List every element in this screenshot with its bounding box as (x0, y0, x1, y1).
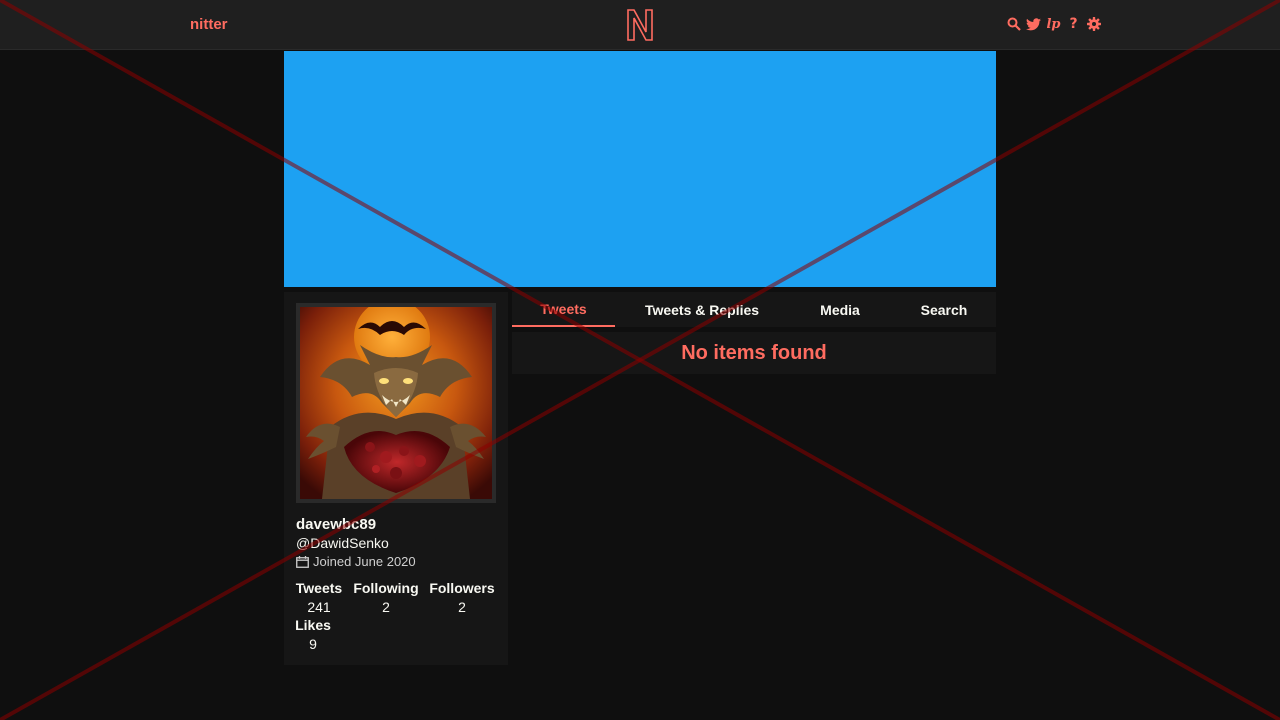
tab-tweets-replies[interactable]: Tweets & Replies (622, 292, 782, 327)
stat-following-label: Following (353, 580, 419, 596)
joined-text: Joined June 2020 (313, 554, 416, 569)
timeline-tabs: Tweets Tweets & Replies Media Search (512, 292, 996, 327)
stat-following-value: 2 (382, 599, 390, 615)
stat-likes-label: Likes (295, 617, 331, 633)
gear-icon[interactable] (1086, 16, 1101, 32)
twitter-bird-icon[interactable] (1026, 16, 1041, 32)
stat-tweets-value: 241 (307, 599, 331, 615)
stat-following[interactable]: Following 2 (352, 580, 420, 615)
avatar[interactable] (300, 307, 492, 499)
stat-tweets-label: Tweets (295, 580, 343, 596)
tab-tweets[interactable]: Tweets (512, 292, 615, 327)
rss-icon[interactable]: lp (1046, 16, 1061, 32)
profile-username[interactable]: @DawidSenko (296, 535, 389, 551)
stat-likes-value: 9 (309, 636, 317, 652)
stat-likes[interactable]: Likes 9 (294, 617, 332, 652)
stat-tweets[interactable]: Tweets 241 (295, 580, 343, 615)
nav-icons: lp ? (1006, 16, 1101, 32)
timeline-empty-message: No items found (512, 332, 996, 374)
brand-link[interactable]: nitter (190, 16, 228, 33)
navbar: nitter lp ? (0, 0, 1280, 50)
profile-banner[interactable] (284, 51, 996, 287)
stat-followers-value: 2 (458, 599, 466, 615)
stat-followers[interactable]: Followers 2 (428, 580, 496, 615)
stat-followers-label: Followers (429, 580, 495, 596)
tab-search[interactable]: Search (896, 292, 992, 327)
profile-fullname[interactable]: davewbc89 (296, 516, 376, 533)
avatar-frame[interactable] (296, 303, 496, 503)
nitter-logo[interactable] (624, 8, 656, 42)
search-icon[interactable] (1006, 16, 1021, 32)
help-icon[interactable]: ? (1066, 16, 1081, 32)
calendar-icon (296, 555, 309, 568)
tab-media[interactable]: Media (790, 292, 890, 327)
profile-joined: Joined June 2020 (296, 554, 416, 569)
profile-card: davewbc89 @DawidSenko Joined June 2020 T… (284, 292, 508, 665)
